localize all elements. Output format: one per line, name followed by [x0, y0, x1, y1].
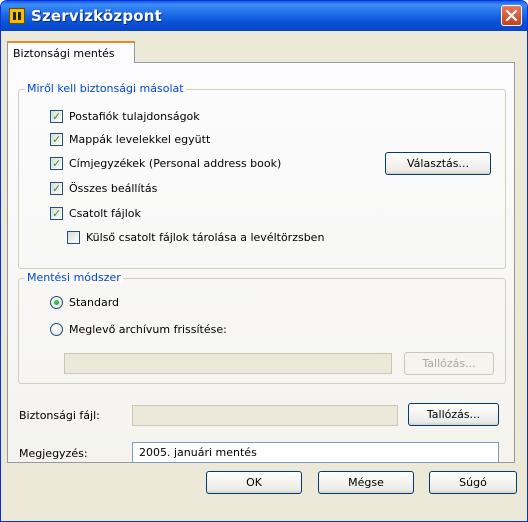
- checkbox-label: Külső csatolt fájlok tárolása a levéltör…: [86, 231, 325, 244]
- service-center-dialog: Szervizközpont Biztonsági mentés Miről k…: [0, 0, 528, 522]
- radio-label: Standard: [69, 296, 120, 309]
- ok-button[interactable]: OK: [206, 471, 302, 494]
- backup-file-label: Biztonsági fájl:: [19, 409, 100, 422]
- backup-file-browse-button[interactable]: Tallózás...: [408, 403, 499, 426]
- radio-selected-dot: [54, 300, 59, 305]
- note-field[interactable]: 2005. januári mentés: [132, 442, 499, 463]
- app-icon: [9, 8, 25, 24]
- checkbox-label: Összes beállítás: [69, 182, 158, 195]
- checkbox-box[interactable]: ✓: [50, 182, 63, 195]
- checkbox-box[interactable]: ✓: [50, 207, 63, 220]
- check-icon: ✓: [52, 110, 62, 123]
- close-icon: [505, 9, 518, 22]
- archive-path-field[interactable]: [64, 353, 392, 374]
- save-method-group: Mentési módszer Standard Meglevő archívu…: [18, 271, 506, 384]
- checkbox-box[interactable]: ✓: [50, 157, 63, 170]
- backup-file-field[interactable]: [132, 405, 398, 426]
- check-icon: ✓: [52, 157, 62, 170]
- checkbox-label: Címjegyzékek (Personal address book): [69, 157, 282, 170]
- checkbox-label: Postafiók tulajdonságok: [69, 110, 200, 123]
- checkbox-box[interactable]: ✓: [50, 133, 63, 146]
- help-button[interactable]: Súgó: [429, 471, 517, 494]
- check-icon: ✓: [52, 133, 62, 146]
- radio-label: Meglevő archívum frissítése:: [69, 323, 227, 336]
- backup-items-legend: Miről kell biztonsági másolat: [25, 82, 186, 95]
- check-icon: ✓: [52, 207, 62, 220]
- checkbox-label: Mappák levelekkel együtt: [69, 133, 211, 146]
- close-button[interactable]: [501, 5, 522, 26]
- note-label: Megjegyzés:: [19, 447, 88, 460]
- checkbox-box[interactable]: ✓: [50, 110, 63, 123]
- tab-panel: Miről kell biztonsági másolat ✓ Postafió…: [7, 62, 515, 463]
- tab-backup[interactable]: Biztonsági mentés: [7, 41, 135, 63]
- cancel-button[interactable]: Mégse: [318, 471, 414, 494]
- backup-items-group: Miről kell biztonsági másolat ✓ Postafió…: [18, 82, 506, 269]
- radio-circle[interactable]: [50, 296, 63, 309]
- save-method-legend: Mentési módszer: [25, 271, 123, 284]
- check-icon: ✓: [52, 182, 62, 195]
- checkbox-box[interactable]: [67, 231, 80, 244]
- tab-backup-label: Biztonsági mentés: [13, 47, 115, 60]
- checkbox-label: Csatolt fájlok: [69, 207, 141, 220]
- radio-circle[interactable]: [50, 323, 63, 336]
- archive-browse-button[interactable]: Tallózás...: [404, 352, 494, 375]
- title-bar[interactable]: Szervizközpont: [1, 1, 527, 31]
- window-title: Szervizközpont: [31, 7, 163, 25]
- select-button[interactable]: Választás...: [385, 152, 491, 175]
